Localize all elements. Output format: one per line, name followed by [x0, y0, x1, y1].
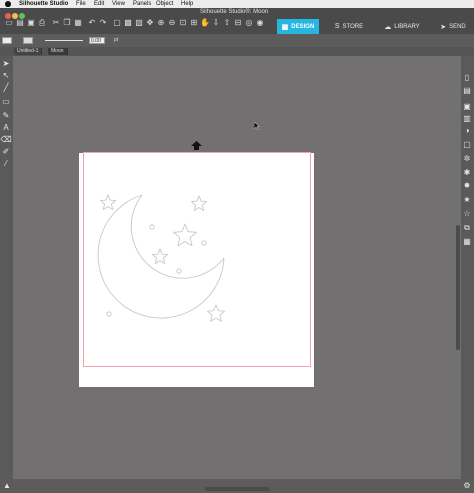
zoom-selection-icon[interactable]: ⊞	[189, 18, 199, 28]
menu-help[interactable]: Help	[181, 0, 193, 8]
move-down-icon[interactable]: ⇩	[211, 18, 221, 28]
zoom-in-icon[interactable]: ⊕	[156, 18, 166, 28]
document-tab-moon[interactable]: Moon	[48, 48, 68, 55]
text-icon[interactable]: A	[1, 123, 11, 133]
star-icon[interactable]: ★	[462, 195, 472, 205]
save-icon[interactable]: ▣	[26, 18, 36, 28]
horizontal-scrollbar[interactable]	[205, 487, 270, 491]
tab-send[interactable]: ➤ SEND	[432, 19, 474, 34]
paste-icon[interactable]: ▦	[73, 18, 83, 28]
menu-object[interactable]: Object	[156, 0, 173, 8]
line-color-swatch[interactable]	[23, 37, 33, 44]
modify-icon[interactable]: ✸	[462, 181, 472, 191]
tab-design-label: DESIGN	[291, 23, 315, 30]
eyedropper-icon[interactable]: ⁄	[1, 159, 11, 169]
undo-icon[interactable]: ↶	[87, 18, 97, 28]
pan-icon[interactable]: ✥	[145, 18, 155, 28]
document-tab-bar	[0, 47, 474, 56]
tab-design[interactable]: ▦ DESIGN	[277, 19, 319, 34]
line-width-unit: pt	[114, 37, 119, 43]
apple-icon[interactable]	[5, 1, 11, 7]
menu-file[interactable]: File	[76, 0, 86, 8]
vertical-scrollbar[interactable]	[456, 225, 460, 350]
menu-edit[interactable]: Edit	[94, 0, 104, 8]
add-icon[interactable]: ▲	[2, 481, 12, 491]
new-document-icon[interactable]: ▭	[4, 18, 14, 28]
align-icon[interactable]: ⊟	[233, 18, 243, 28]
replicate-icon[interactable]: ✱	[462, 168, 472, 178]
redo-icon[interactable]: ↷	[98, 18, 108, 28]
upload-arrow-icon[interactable]	[191, 141, 202, 150]
eraser-icon[interactable]: ⌫	[0, 135, 11, 145]
trace-icon[interactable]: ✲	[462, 154, 472, 164]
window-title: Silhouette Studio®: Moon	[200, 9, 269, 15]
open-icon[interactable]: ▤	[15, 18, 25, 28]
print-icon[interactable]: ⎙	[37, 18, 47, 28]
store-icon: S	[334, 23, 340, 30]
tab-store-label: STORE	[342, 23, 364, 30]
line-icon[interactable]: ╱	[1, 83, 11, 93]
mouse-cursor-icon	[254, 122, 260, 130]
menu-view[interactable]: View	[112, 0, 125, 8]
zoom-fit-icon[interactable]: ⊡	[178, 18, 188, 28]
knife-icon[interactable]: ✐	[1, 147, 11, 157]
left-toolbar: ➤ ↖ ╱ ▭ ✎ A ⌫ ✐ ⁄	[0, 56, 13, 479]
group-icon[interactable]: ▩	[123, 18, 133, 28]
transparency-icon[interactable]: ◑	[462, 126, 472, 136]
menu-app-name[interactable]: Silhouette Studio	[19, 0, 68, 8]
drag-icon[interactable]: ✋	[200, 18, 210, 28]
offset-toolbar-icon[interactable]: ◉	[255, 18, 265, 28]
page-setup-icon[interactable]: ▯	[462, 73, 472, 83]
star-outline-icon[interactable]: ☆	[462, 209, 472, 219]
zoom-out-icon[interactable]: ⊖	[167, 18, 177, 28]
fill-icon[interactable]: ▣	[462, 102, 472, 112]
move-up-icon[interactable]: ⇧	[222, 18, 232, 28]
right-toolbar: ▯ ▤ ▣ ▥ ◑ ▢ ✲ ✱ ✸ ★ ☆ ⧉ ▦	[461, 56, 474, 479]
line-style-icon[interactable]: ▥	[462, 114, 472, 124]
menu-panels[interactable]: Panels	[133, 0, 151, 8]
line-width-input[interactable]: 0.00	[89, 37, 105, 44]
point-edit-icon[interactable]: ↖	[1, 71, 11, 81]
ungroup-icon[interactable]: ▧	[134, 18, 144, 28]
design-icon: ▦	[281, 23, 289, 31]
select-all-icon[interactable]: ▢	[112, 18, 122, 28]
cut-border	[83, 152, 311, 367]
tab-library-label: LIBRARY	[394, 23, 420, 30]
tab-store[interactable]: S STORE	[328, 19, 370, 34]
settings-icon[interactable]: ⚙	[462, 481, 472, 491]
design-store-icon[interactable]: ▦	[462, 237, 472, 247]
offset-icon[interactable]: ▢	[462, 140, 472, 150]
cut-icon[interactable]: ✂	[51, 18, 61, 28]
pencil-icon[interactable]: ✎	[1, 111, 11, 121]
send-icon: ➤	[440, 23, 447, 31]
weld-icon[interactable]: ◎	[244, 18, 254, 28]
tab-send-label: SEND	[449, 23, 466, 30]
copy-icon[interactable]: ❐	[62, 18, 72, 28]
fill-color-swatch[interactable]	[2, 37, 12, 44]
tab-library[interactable]: ☁ LIBRARY	[378, 19, 426, 34]
document-tab-untitled[interactable]: Untitled-1	[14, 48, 43, 55]
line-style-sample[interactable]	[45, 40, 83, 41]
library-panel-icon[interactable]: ⧉	[462, 223, 472, 233]
rectangle-icon[interactable]: ▭	[1, 97, 11, 107]
send-panel-icon[interactable]: ▤	[462, 86, 472, 96]
library-icon: ☁	[384, 23, 392, 31]
select-icon[interactable]: ➤	[1, 59, 11, 69]
